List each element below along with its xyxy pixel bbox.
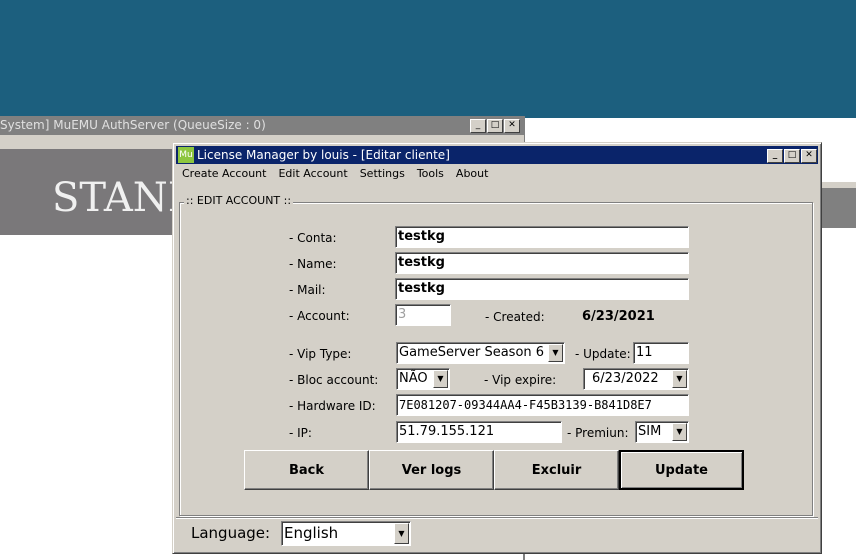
window-title: License Manager by louis - [Editar clien… bbox=[197, 148, 450, 162]
created-label: - Created: bbox=[485, 310, 545, 324]
bloc-account-value: NÃO bbox=[399, 371, 428, 386]
desktop-background bbox=[0, 0, 856, 118]
menu-tools[interactable]: Tools bbox=[411, 164, 450, 184]
ip-input[interactable]: 51.79.155.121 bbox=[396, 421, 562, 443]
close-button[interactable]: ✕ bbox=[801, 149, 817, 163]
group-title: :: EDIT ACCOUNT :: bbox=[184, 194, 294, 207]
background-maximize-button[interactable]: □ bbox=[487, 119, 503, 133]
bottom-divider bbox=[176, 517, 818, 519]
vip-type-label: - Vip Type: bbox=[289, 347, 352, 361]
menu-settings[interactable]: Settings bbox=[354, 164, 411, 184]
background-minimize-button[interactable]: _ bbox=[470, 119, 486, 133]
background-window-title: System] MuEMU AuthServer (QueueSize : 0) bbox=[0, 118, 266, 132]
account-label: - Account: bbox=[289, 309, 350, 323]
chevron-down-icon[interactable]: ▼ bbox=[548, 344, 563, 362]
name-input[interactable]: testkg bbox=[395, 252, 689, 274]
chevron-down-icon[interactable]: ▼ bbox=[394, 523, 409, 544]
background-window-right-strip bbox=[820, 182, 856, 228]
language-select[interactable]: English ▼ bbox=[281, 521, 411, 546]
hardware-id-input[interactable]: 7E081207-09344AA4-F45B3139-B841D8E7 bbox=[396, 394, 689, 416]
conta-input[interactable]: testkg bbox=[395, 226, 689, 248]
maximize-button[interactable]: □ bbox=[784, 149, 800, 163]
menu-create-account[interactable]: Create Account bbox=[176, 164, 272, 184]
mail-label: - Mail: bbox=[289, 283, 326, 297]
account-input: 3 bbox=[395, 304, 451, 326]
vip-type-select[interactable]: GameServer Season 6 ▼ bbox=[396, 342, 565, 364]
vip-expire-label: - Vip expire: bbox=[484, 373, 557, 387]
chevron-down-icon[interactable]: ▼ bbox=[433, 370, 448, 388]
back-button[interactable]: Back bbox=[244, 450, 369, 490]
created-value: 6/23/2021 bbox=[582, 309, 655, 324]
update-input[interactable]: 11 bbox=[633, 342, 689, 364]
menu-edit-account[interactable]: Edit Account bbox=[272, 164, 353, 184]
update-label: - Update: bbox=[575, 347, 631, 361]
hardware-id-label: - Hardware ID: bbox=[289, 399, 376, 413]
vip-type-value: GameServer Season 6 bbox=[399, 345, 545, 360]
ip-label: - IP: bbox=[289, 426, 312, 440]
license-manager-window[interactable]: Mu License Manager by louis - [Editar cl… bbox=[172, 142, 822, 554]
vip-expire-value: 6/23/2022 bbox=[592, 371, 659, 386]
chevron-down-icon[interactable]: ▼ bbox=[672, 370, 687, 388]
update-button[interactable]: Update bbox=[619, 450, 744, 490]
conta-label: - Conta: bbox=[289, 231, 337, 245]
menu-bar: Create Account Edit Account Settings Too… bbox=[176, 164, 494, 184]
app-icon: Mu bbox=[178, 147, 194, 163]
background-close-button[interactable]: ✕ bbox=[504, 119, 520, 133]
name-label: - Name: bbox=[289, 257, 337, 271]
premium-value: SIM bbox=[638, 424, 662, 439]
excluir-button[interactable]: Excluir bbox=[494, 450, 619, 490]
vip-expire-picker[interactable]: 6/23/2022 ▼ bbox=[583, 368, 689, 390]
bloc-account-label: - Bloc account: bbox=[289, 373, 379, 387]
bloc-account-select[interactable]: NÃO ▼ bbox=[396, 368, 450, 390]
background-banner-text: STANI bbox=[52, 175, 184, 221]
premium-select[interactable]: SIM ▼ bbox=[635, 421, 689, 443]
language-label: Language: bbox=[191, 524, 271, 542]
menu-about[interactable]: About bbox=[450, 164, 495, 184]
mail-input[interactable]: testkg bbox=[395, 278, 689, 300]
premium-label: - Premiun: bbox=[567, 426, 629, 440]
window-title-bar[interactable]: Mu License Manager by louis - [Editar cl… bbox=[176, 146, 818, 164]
chevron-down-icon[interactable]: ▼ bbox=[672, 423, 687, 441]
minimize-button[interactable]: _ bbox=[767, 149, 783, 163]
ver-logs-button[interactable]: Ver logs bbox=[369, 450, 494, 490]
background-window-title-bar[interactable]: System] MuEMU AuthServer (QueueSize : 0)… bbox=[0, 116, 524, 135]
language-value: English bbox=[284, 524, 339, 542]
